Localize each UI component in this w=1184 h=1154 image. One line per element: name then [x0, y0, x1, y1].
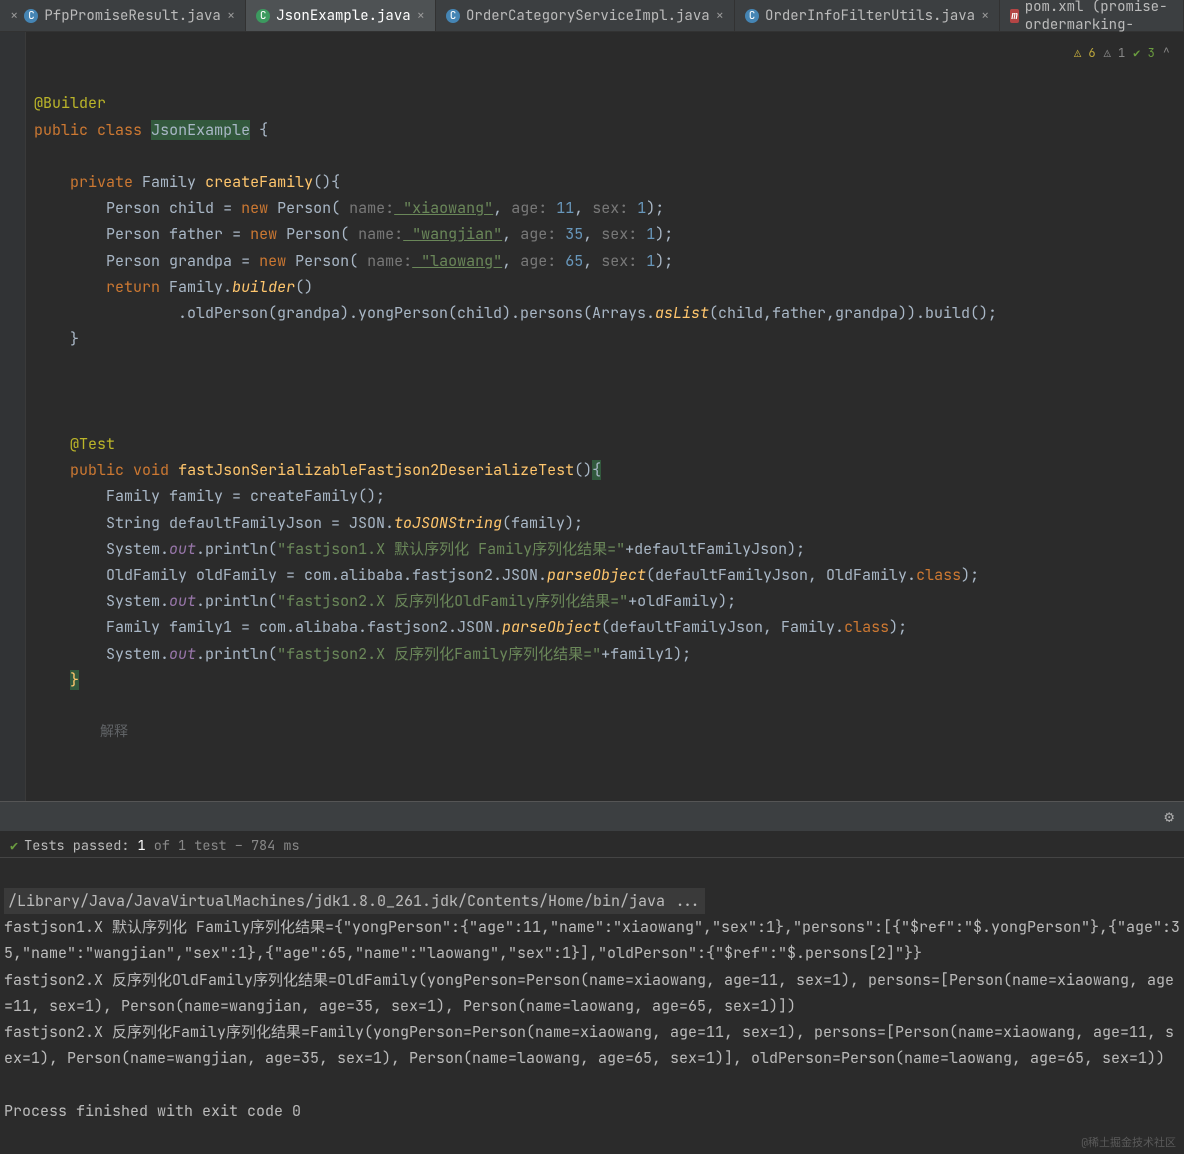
weak-warning-icon[interactable]: ⚠ 1: [1104, 40, 1126, 66]
editor[interactable]: ⚠ 6 ⚠ 1 ✔ 3 ^ @Builder public class Json…: [0, 32, 1184, 801]
console-line: fastjson2.X 反序列化OldFamily序列化结果=OldFamily…: [4, 970, 1174, 1016]
code-area[interactable]: ⚠ 6 ⚠ 1 ✔ 3 ^ @Builder public class Json…: [26, 32, 1184, 801]
close-icon[interactable]: ×: [981, 7, 989, 25]
gutter[interactable]: [0, 32, 26, 801]
console-line: fastjson1.X 默认序列化 Family序列化结果={"yongPers…: [4, 917, 1180, 963]
check-icon: ✔: [10, 837, 18, 855]
editor-tabs: × C PfpPromiseResult.java × C JsonExampl…: [0, 0, 1184, 32]
tab-label: pom.xml (promise-ordermarking-: [1025, 0, 1173, 34]
inlay-hint[interactable]: 解释: [100, 719, 128, 745]
test-status-bar[interactable]: ✔ Tests passed: 1 of 1 test – 784 ms: [0, 831, 1184, 858]
close-icon[interactable]: ×: [227, 7, 235, 25]
inspections-widget[interactable]: ⚠ 6 ⚠ 1 ✔ 3 ^: [1074, 40, 1170, 66]
tab-pfppromiseresult[interactable]: × C PfpPromiseResult.java ×: [0, 0, 246, 31]
run-panel: ⚙ ✔ Tests passed: 1 of 1 test – 784 ms /…: [0, 801, 1184, 1154]
java-file-icon: C: [745, 9, 759, 23]
tab-pomxml[interactable]: m pom.xml (promise-ordermarking-: [1000, 0, 1184, 31]
command-line: /Library/Java/JavaVirtualMachines/jdk1.8…: [4, 888, 705, 914]
close-icon[interactable]: ×: [10, 7, 18, 25]
run-toolbar: ⚙: [0, 802, 1184, 831]
console-line: fastjson2.X 反序列化Family序列化结果=Family(yongP…: [4, 1022, 1174, 1068]
close-icon[interactable]: ×: [417, 7, 425, 25]
java-file-icon: C: [446, 9, 460, 23]
pom-file-icon: m: [1010, 9, 1018, 23]
typo-icon[interactable]: ✔ 3: [1133, 40, 1155, 66]
watermark: @稀土掘金技术社区: [1081, 1134, 1176, 1150]
gear-icon[interactable]: ⚙: [1164, 806, 1174, 827]
console-line: Process finished with exit code 0: [4, 1101, 301, 1121]
expand-icon[interactable]: ^: [1163, 40, 1170, 66]
close-icon[interactable]: ×: [716, 7, 724, 25]
warning-icon[interactable]: ⚠ 6: [1074, 40, 1096, 66]
tab-ordercategoryserviceimpl[interactable]: C OrderCategoryServiceImpl.java ×: [436, 0, 735, 31]
tab-label: JsonExample.java: [276, 7, 410, 25]
tab-label: PfpPromiseResult.java: [44, 7, 220, 25]
console-output[interactable]: /Library/Java/JavaVirtualMachines/jdk1.8…: [0, 858, 1184, 1154]
tab-label: OrderInfoFilterUtils.java: [765, 7, 975, 25]
tab-label: OrderCategoryServiceImpl.java: [466, 7, 710, 25]
java-file-icon: C: [24, 9, 38, 23]
tab-orderinfofilterutils[interactable]: C OrderInfoFilterUtils.java ×: [735, 0, 1000, 31]
tab-jsonexample[interactable]: C JsonExample.java ×: [246, 0, 436, 31]
java-file-icon: C: [256, 9, 270, 23]
